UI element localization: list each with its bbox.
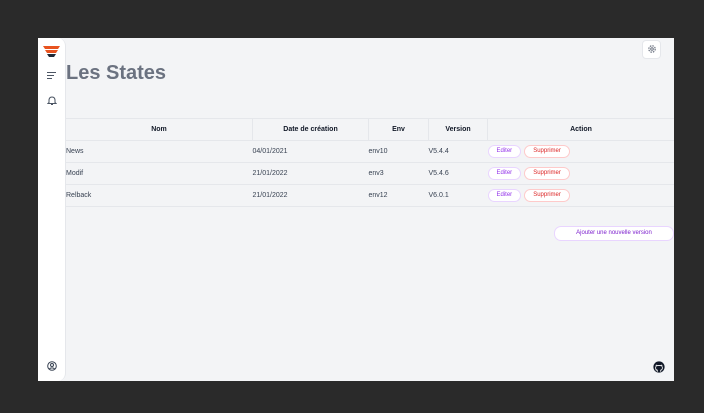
cell-version: V5.4.4: [428, 140, 488, 163]
header-version[interactable]: Version: [428, 118, 488, 141]
app-window: Les States Nom Date de création Env Vers…: [38, 38, 674, 381]
delete-button[interactable]: Supprimer: [524, 189, 570, 202]
add-version-button[interactable]: Ajouter une nouvelle version: [554, 226, 674, 241]
header-nom[interactable]: Nom: [66, 118, 253, 141]
app-logo-icon[interactable]: [43, 45, 60, 57]
bell-icon[interactable]: [44, 93, 59, 108]
cell-action: Editer Supprimer: [487, 184, 674, 207]
table-row: Modif 21/01/2022 env3 V5.4.6 Editer Suppr…: [66, 162, 674, 185]
header-date[interactable]: Date de création: [252, 118, 369, 141]
table-row: News 04/01/2021 env10 V5.4.4 Editer Suppr…: [66, 140, 674, 163]
cell-action: Editer Supprimer: [487, 140, 674, 163]
cell-date: 21/01/2022: [252, 162, 369, 185]
edit-button[interactable]: Editer: [487, 145, 522, 158]
delete-button[interactable]: Supprimer: [524, 167, 570, 180]
user-circle-icon[interactable]: [44, 358, 59, 373]
github-icon[interactable]: [653, 360, 665, 373]
states-table: Nom Date de création Env Version Action …: [66, 118, 674, 207]
gear-icon: [647, 41, 657, 59]
cell-version: V5.4.6: [428, 162, 488, 185]
cell-env: env12: [368, 184, 429, 207]
delete-button[interactable]: Supprimer: [524, 145, 570, 158]
cell-nom: News: [66, 140, 253, 163]
cell-nom: Modif: [66, 162, 253, 185]
cell-env: env10: [368, 140, 429, 163]
table-row: Relback 21/01/2022 env12 V6.0.1 Editer Su…: [66, 184, 674, 207]
edit-button[interactable]: Editer: [487, 167, 522, 180]
header-env[interactable]: Env: [368, 118, 429, 141]
cell-version: V6.0.1: [428, 184, 488, 207]
sidebar: [38, 38, 66, 381]
cell-action: Editer Supprimer: [487, 162, 674, 185]
table-header-row: Nom Date de création Env Version Action: [66, 118, 674, 141]
settings-button[interactable]: [642, 40, 661, 59]
cell-date: 04/01/2021: [252, 140, 369, 163]
header-action: Action: [487, 118, 674, 141]
cell-nom: Relback: [66, 184, 253, 207]
menu-icon[interactable]: [44, 68, 59, 83]
cell-date: 21/01/2022: [252, 184, 369, 207]
cell-env: env3: [368, 162, 429, 185]
edit-button[interactable]: Editer: [487, 189, 522, 202]
page-title: Les States: [66, 62, 167, 84]
